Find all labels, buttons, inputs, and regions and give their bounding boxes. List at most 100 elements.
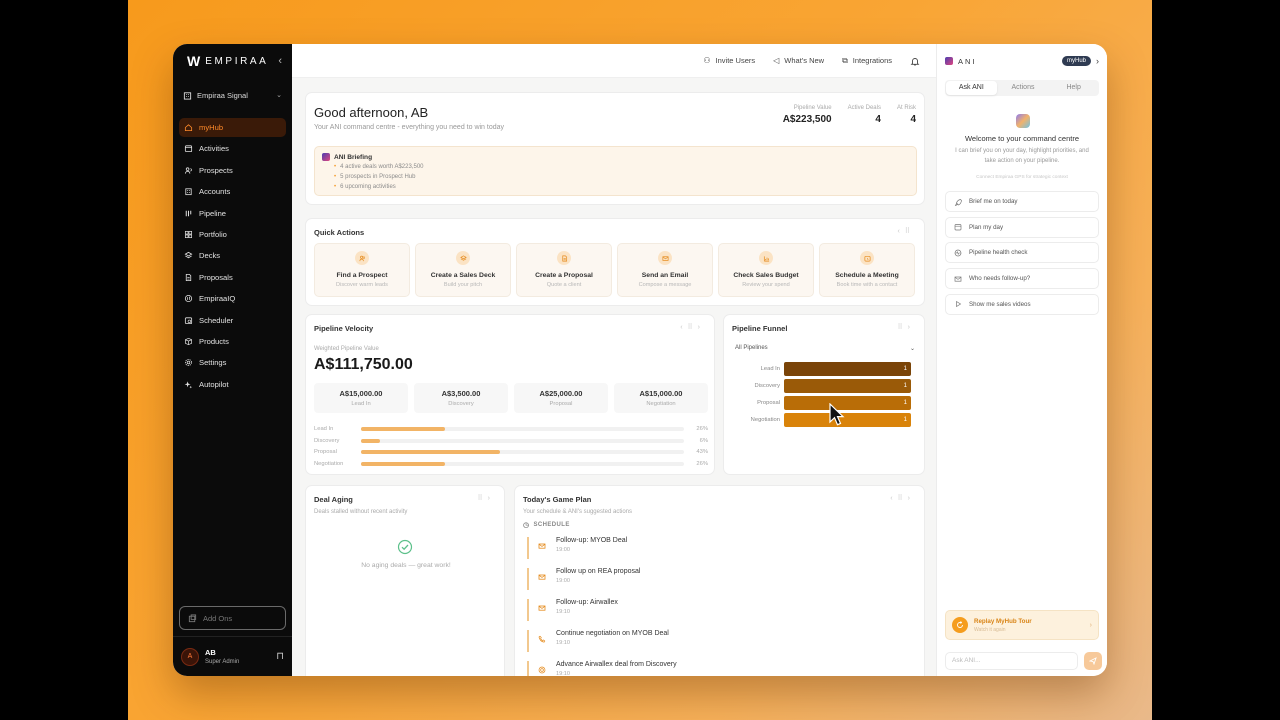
integrations-button[interactable]: ⧉ Integrations [842, 56, 892, 66]
suggestion-button[interactable]: Who needs follow-up? [945, 268, 1099, 290]
sidebar-item-products[interactable]: Products [179, 332, 286, 351]
welcome-note[interactable]: Connect Empiraa GPS for strategic contex… [937, 175, 1107, 180]
mouse-pointer-icon [829, 403, 845, 426]
stage-values: A$15,000.00 Lead In A$3,500.00 Discovery A… [314, 383, 708, 413]
sidebar-item-empiraaiq[interactable]: EmpiraaIQ [179, 289, 286, 308]
target-icon [537, 665, 547, 675]
funnel-row[interactable]: Negotiation 1 [732, 413, 911, 427]
schedule-item-title: Follow-up: Airwallex [556, 599, 618, 606]
stage-bar-label: Discovery [314, 437, 340, 444]
sidebar-item-label: Products [199, 336, 229, 346]
logo[interactable]: W EMPIRAA ‹ [173, 44, 292, 78]
sidebar-item-decks[interactable]: Decks [179, 246, 286, 265]
sidebar-item-activities[interactable]: Activities [179, 139, 286, 158]
user-profile[interactable]: A AB Super Admin ⊓ [173, 636, 292, 676]
sidebar-nav: myHub Activities Prospects Accounts Pipeline… [173, 118, 292, 394]
sidebar-item-myhub[interactable]: myHub [179, 118, 286, 137]
quick-action-find-prospect[interactable]: Find a Prospect Discover warm leads [314, 243, 410, 297]
suggestion-button[interactable]: Pipeline health check [945, 242, 1099, 264]
sidebar-item-autopilot[interactable]: Autopilot [179, 375, 286, 394]
suggestion-label: Brief me on today [969, 198, 1018, 205]
funnel-row[interactable]: Discovery 1 [732, 379, 911, 393]
suggestion-button[interactable]: Brief me on today [945, 191, 1099, 212]
kpi-value: 4 [875, 114, 881, 125]
sidebar-item-settings[interactable]: Settings [179, 353, 286, 372]
quick-action-title: Schedule a Meeting [835, 272, 899, 279]
sidebar-item-scheduler[interactable]: Scheduler [179, 311, 286, 330]
schedule-item-title: Follow up on REA proposal [556, 568, 641, 575]
quick-action-schedule-meeting[interactable]: Schedule a Meeting Book time with a cont… [819, 243, 915, 297]
stage-box: A$3,500.00 Discovery [414, 383, 508, 413]
quick-action-send-email[interactable]: Send an Email Compose a message [617, 243, 713, 297]
aging-empty-message: No aging deals — great work! [361, 562, 451, 569]
schedule-item-title: Follow-up: MYOB Deal [556, 537, 628, 544]
schedule-item[interactable]: Follow-up: MYOB Deal 19:00 [527, 537, 627, 559]
quick-action-check-budget[interactable]: Check Sales Budget Review your spend [718, 243, 814, 297]
grid-icon [184, 230, 193, 239]
stage-bar-label: Negotiation [314, 461, 344, 468]
funnel-row[interactable]: Proposal 1 [732, 396, 911, 410]
ask-ani-input[interactable]: Ask ANI... [945, 652, 1078, 670]
suggestion-label: Who needs follow-up? [969, 275, 1031, 283]
send-icon[interactable] [1084, 652, 1102, 670]
logo-text: EMPIRAA [205, 55, 269, 67]
integrations-label: Integrations [852, 56, 892, 65]
card-controls[interactable]: ‹⠿› [890, 494, 915, 502]
sidebar-item-portfolio[interactable]: Portfolio [179, 225, 286, 244]
hub-pill[interactable]: myHub [1061, 56, 1091, 66]
clock-calendar-icon [860, 251, 874, 265]
card-controls[interactable]: ⠿› [898, 323, 915, 331]
quick-action-create-proposal[interactable]: Create a Proposal Quote a client [516, 243, 612, 297]
aging-title: Deal Aging [314, 495, 353, 504]
workspace-switcher[interactable]: Empiraa Signal ⌄ [173, 82, 292, 108]
briefing-item: 5 prospects in Prospect Hub [334, 173, 909, 183]
stage-bar-track [361, 450, 684, 455]
quick-action-desc: Build your pitch [443, 282, 483, 288]
add-ons-button[interactable]: Add Ons [179, 606, 286, 630]
stage-progress-bars: Lead In 26% Discovery 6% Proposal 43% Negotiat… [314, 423, 708, 470]
sidebar-item-accounts[interactable]: Accounts [179, 182, 286, 201]
suggestion-button[interactable]: Show me sales videos [945, 293, 1099, 315]
notifications-bell-icon[interactable] [910, 56, 920, 66]
replay-tour-button[interactable]: Replay MyHub Tour Watch it again › [945, 610, 1099, 640]
tab-help[interactable]: Help [1048, 80, 1099, 96]
game-plan-card: Today's Game Plan ‹⠿› Your schedule & AN… [514, 485, 925, 676]
sidebar-item-pipeline[interactable]: Pipeline [179, 204, 286, 223]
chevron-right-icon[interactable]: › [1096, 56, 1099, 66]
pipeline-filter-select[interactable]: All Pipelines ⌄ [732, 341, 918, 355]
sidebar-item-prospects[interactable]: Prospects [179, 161, 286, 180]
schedule-item[interactable]: Follow-up: Airwallex 19:10 [527, 599, 618, 621]
schedule-item[interactable]: Follow up on REA proposal 19:00 [527, 568, 640, 590]
link-icon: ⧉ [842, 55, 848, 65]
quick-actions-card: Quick Actions ‹⠿ Find a Prospect Discove… [305, 218, 925, 306]
funnel-row[interactable]: Lead In 1 [732, 362, 911, 376]
logout-icon[interactable]: ⊓ [276, 651, 284, 662]
kpi-value: A$223,500 [782, 114, 832, 125]
kpi-at-risk: At Risk 4 [897, 105, 916, 125]
whats-new-button[interactable]: ◁ What's New [773, 56, 824, 65]
quick-action-create-deck[interactable]: Create a Sales Deck Build your pitch [415, 243, 511, 297]
card-controls[interactable]: ‹⠿ [898, 227, 915, 235]
sidebar-item-proposals[interactable]: Proposals [179, 268, 286, 287]
calendar-icon [954, 224, 962, 231]
schedule-item-text: Continue negotiation on MYOB Deal 19:10 [556, 630, 669, 646]
schedule-item-time: 19:00 [556, 547, 570, 553]
mail-icon [954, 276, 962, 282]
tab-ask-ani[interactable]: Ask ANI [946, 81, 997, 95]
briefing-item: 4 active deals worth A$223,500 [334, 163, 909, 173]
suggestion-button[interactable]: Plan my day [945, 216, 1099, 238]
kpi-pipeline-value: Pipeline Value A$223,500 [783, 105, 832, 125]
weighted-value: A$111,750.00 [314, 356, 413, 373]
card-controls[interactable]: ‹⠿› [680, 323, 705, 331]
collapse-sidebar-icon[interactable]: ‹ [278, 55, 282, 67]
chevron-down-icon: ⌄ [909, 345, 915, 352]
schedule-item[interactable]: Continue negotiation on MYOB Deal 19:10 [527, 630, 669, 652]
briefing-header: ANI Briefing [322, 153, 909, 161]
users-icon [355, 251, 369, 265]
card-controls[interactable]: ⠿› [478, 494, 495, 502]
invite-users-button[interactable]: ⚇ Invite Users [703, 56, 755, 65]
tab-actions[interactable]: Actions [998, 80, 1049, 96]
schedule-item[interactable]: Advance Airwallex deal from Discovery 19:… [527, 661, 677, 676]
kpi-value: 4 [910, 114, 916, 125]
deal-aging-card: Deal Aging ⠿› Deals stalled without rece… [305, 485, 505, 676]
